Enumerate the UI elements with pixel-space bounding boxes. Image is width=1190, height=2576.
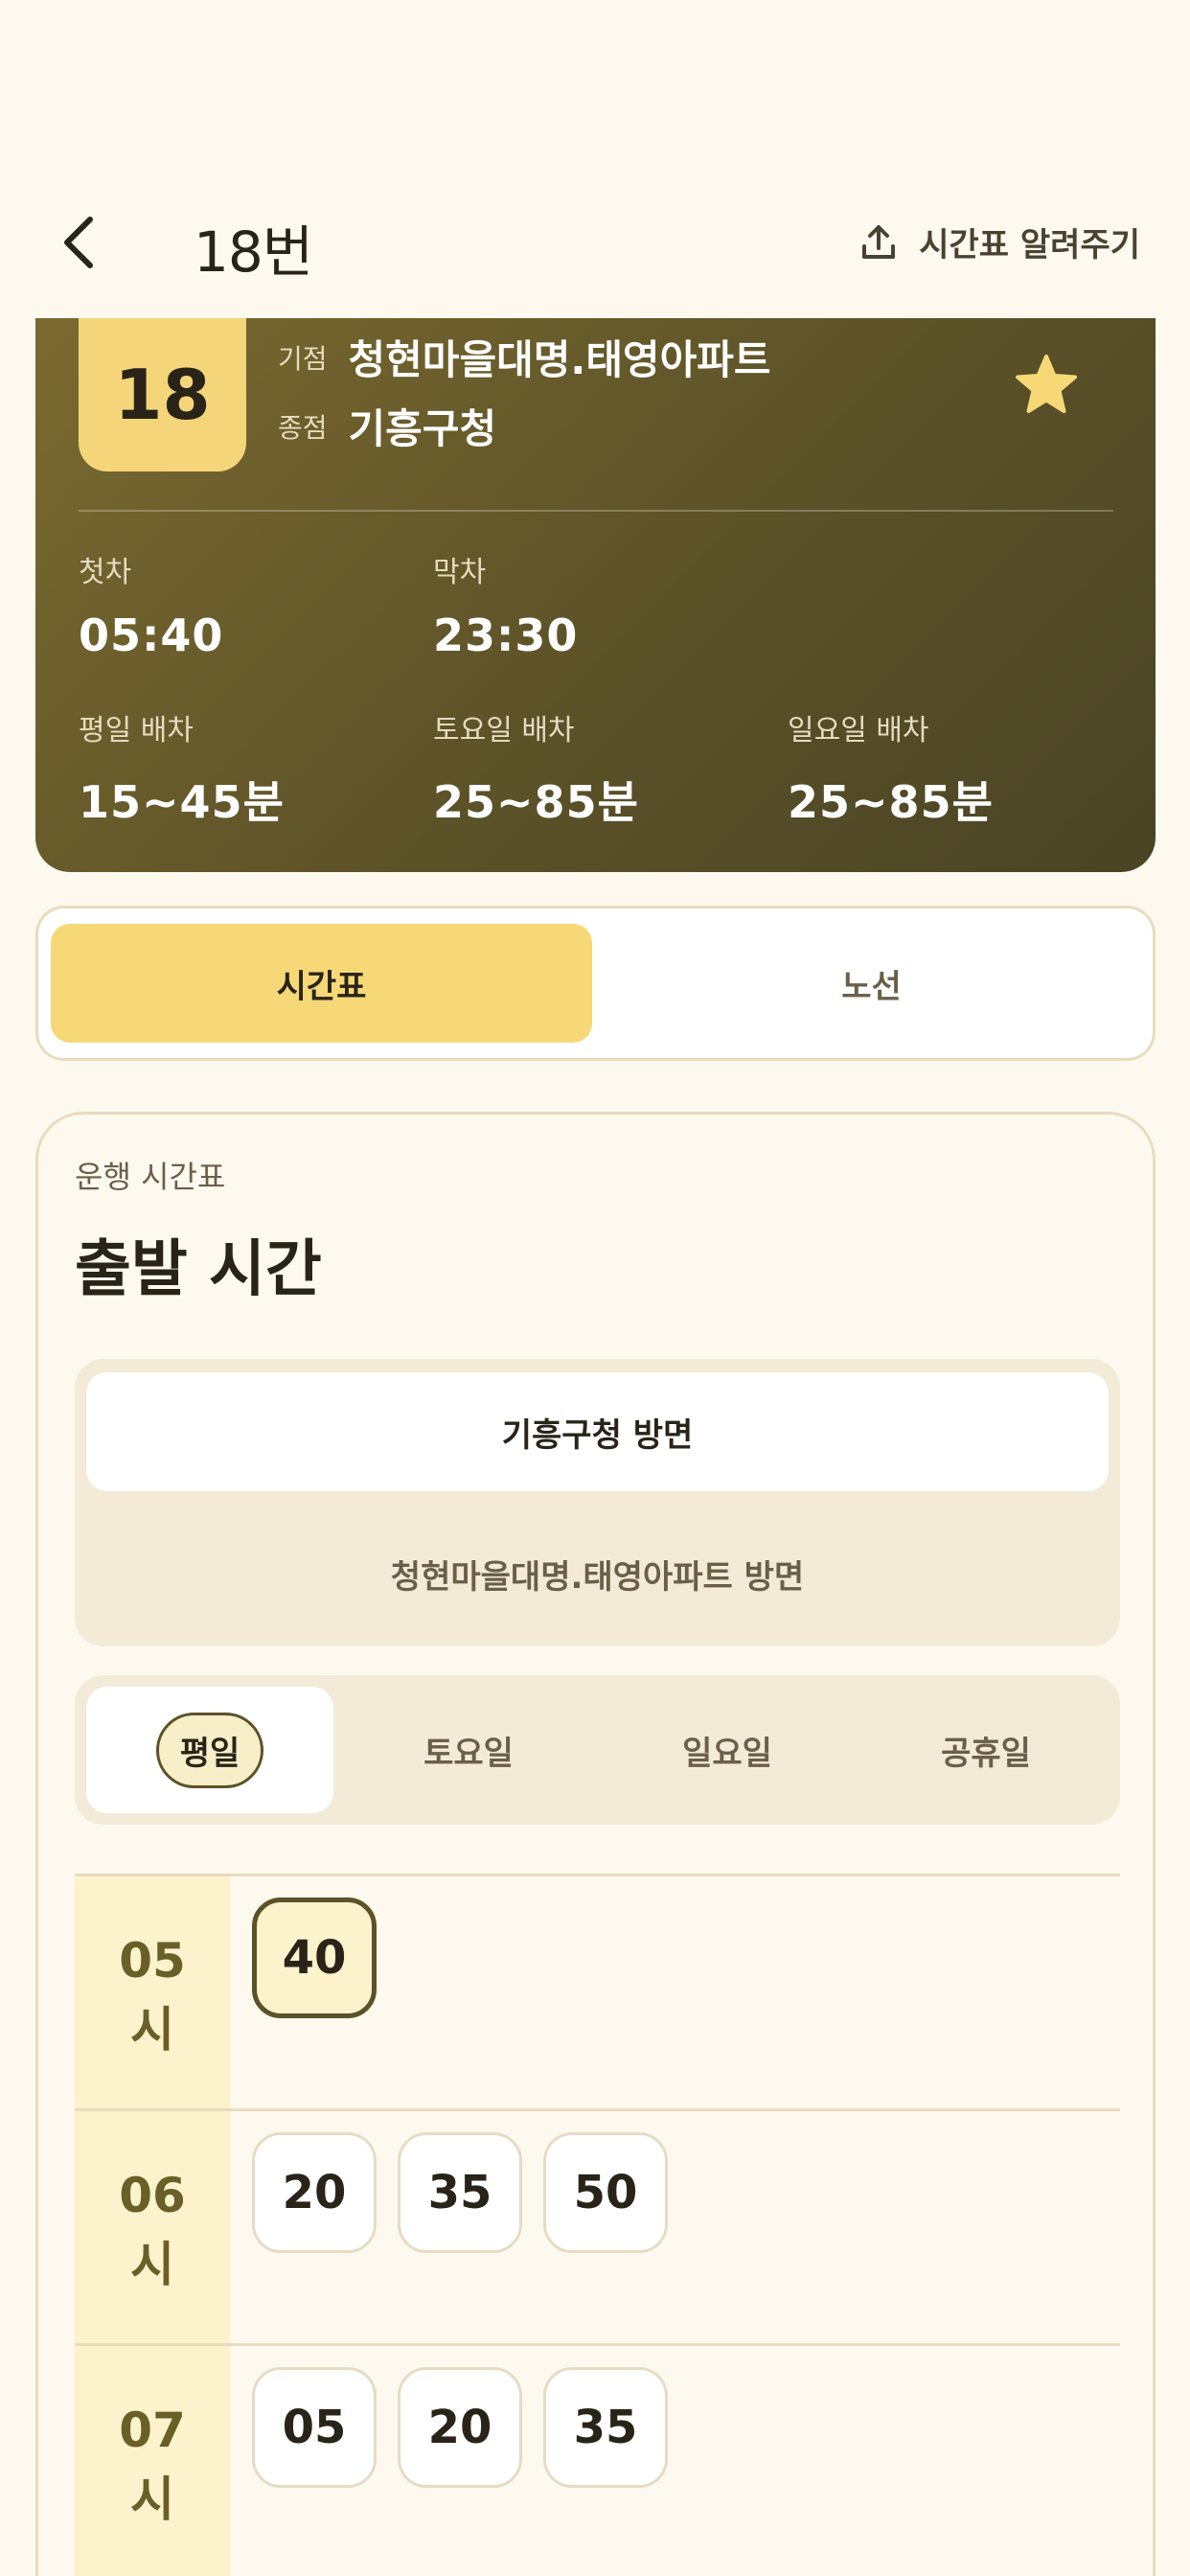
star-icon: [1016, 355, 1077, 413]
minute-chip[interactable]: 35: [398, 2132, 522, 2253]
day-tab-saturday[interactable]: 토요일: [345, 1687, 592, 1813]
hour-unit: 시: [130, 2002, 174, 2058]
day-tab-weekday-label: 평일: [155, 1712, 264, 1788]
divider: [79, 510, 1113, 512]
sunday-interval-value: 25~85분: [788, 776, 994, 828]
first-bus-label: 첫차: [79, 556, 132, 589]
minute-list: 40: [252, 1898, 377, 2018]
timetable-rows: 05 시 40 06 시 20 35 50 07 시 05 20 35: [75, 1874, 1120, 2576]
sunday-interval-label: 일요일 배차: [788, 714, 929, 748]
route-number-badge: 18: [79, 318, 246, 472]
upload-icon: [862, 224, 896, 259]
last-bus-label: 막차: [433, 556, 487, 589]
day-tab-sunday[interactable]: 일요일: [604, 1687, 851, 1813]
origin-label: 기점: [278, 342, 328, 375]
saturday-interval-stat: 토요일 배차 25~85분: [433, 706, 639, 831]
chevron-left-icon: [64, 217, 93, 268]
top-bar: 18번 시간표 알려주기: [0, 182, 1190, 307]
sunday-interval-stat: 일요일 배차 25~85분: [788, 706, 994, 831]
tab-timetable[interactable]: 시간표: [51, 924, 592, 1043]
terminal-label: 종점: [278, 411, 328, 444]
table-row: 06 시 20 35 50: [75, 2108, 1120, 2343]
direction-option-cheonghyeon[interactable]: 청현마을대명.태영아파트 방면: [86, 1514, 1109, 1633]
back-button[interactable]: [50, 209, 107, 276]
page-title: 18번: [194, 219, 313, 285]
weekday-interval-value: 15~45분: [79, 776, 285, 828]
hour-cell: 05 시: [75, 1876, 230, 2108]
day-tab-holiday[interactable]: 공휴일: [862, 1687, 1110, 1813]
hour-cell: 06 시: [75, 2111, 230, 2343]
minute-chip[interactable]: 05: [252, 2367, 377, 2488]
table-row: 07 시 05 20 35: [75, 2343, 1120, 2576]
share-timetable-button[interactable]: 시간표 알려주기: [859, 218, 1140, 265]
hour-unit: 시: [130, 2237, 174, 2292]
day-type-tabs: 평일 토요일 일요일 공휴일: [75, 1675, 1120, 1825]
first-bus-value: 05:40: [79, 610, 224, 661]
minute-chip[interactable]: 40: [252, 1898, 377, 2018]
saturday-interval-label: 토요일 배차: [433, 714, 575, 748]
weekday-interval-label: 평일 배차: [79, 714, 194, 748]
hour-value: 05: [119, 1933, 186, 1989]
hour-value: 06: [119, 2168, 186, 2223]
minute-chip[interactable]: 20: [252, 2132, 377, 2253]
terminal-row: 종점 기흥구청: [278, 397, 496, 455]
minute-chip[interactable]: 35: [543, 2367, 668, 2488]
minute-list: 05 20 35: [252, 2367, 668, 2488]
table-row: 05 시 40: [75, 1874, 1120, 2108]
weekday-interval-stat: 평일 배차 15~45분: [79, 706, 285, 831]
first-bus-stat: 첫차 05:40: [79, 548, 223, 661]
hour-cell: 07 시: [75, 2346, 230, 2576]
minute-list: 20 35 50: [252, 2132, 668, 2253]
hour-value: 07: [119, 2403, 186, 2458]
share-label: 시간표 알려주기: [919, 226, 1140, 264]
route-info-card: 18 기점 청현마을대명.태영아파트 종점 기흥구청 첫차 05:40 막차 2…: [35, 318, 1156, 872]
origin-row: 기점 청현마을대명.태영아파트: [278, 328, 771, 386]
minute-chip[interactable]: 50: [543, 2132, 668, 2253]
hour-unit: 시: [130, 2472, 174, 2527]
terminal-name: 기흥구청: [348, 405, 497, 452]
last-bus-value: 23:30: [433, 610, 579, 661]
direction-option-giheung[interactable]: 기흥구청 방면: [86, 1372, 1109, 1491]
minute-chip[interactable]: 20: [398, 2367, 522, 2488]
saturday-interval-value: 25~85분: [433, 776, 639, 828]
favorite-button[interactable]: [1013, 352, 1080, 419]
timetable-subtitle: 운행 시간표: [75, 1159, 226, 1195]
origin-name: 청현마을대명.태영아파트: [348, 336, 771, 383]
direction-selector: 기흥구청 방면 청현마을대명.태영아파트 방면: [75, 1359, 1120, 1646]
view-tabs: 시간표 노선: [35, 906, 1156, 1061]
timetable-card: 운행 시간표 출발 시간 기흥구청 방면 청현마을대명.태영아파트 방면 평일 …: [35, 1112, 1156, 2576]
last-bus-stat: 막차 23:30: [433, 548, 578, 661]
tab-route[interactable]: 노선: [601, 924, 1142, 1043]
timetable-title: 출발 시간: [75, 1234, 322, 1305]
day-tab-weekday[interactable]: 평일: [86, 1687, 333, 1813]
